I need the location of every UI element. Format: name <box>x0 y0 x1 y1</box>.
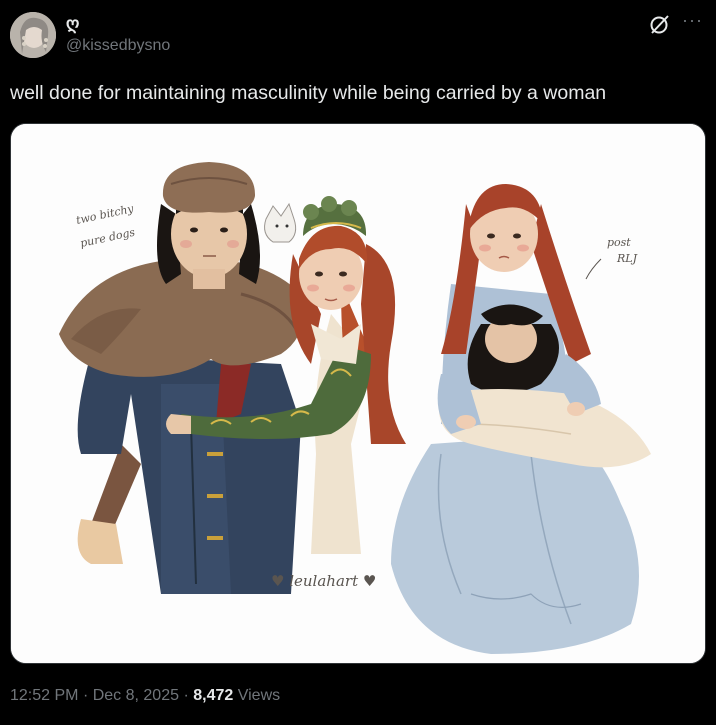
tweet-time[interactable]: 12:52 PM <box>10 687 78 704</box>
tweet-date[interactable]: Dec 8, 2025 <box>93 687 179 704</box>
tweet-text: well done for maintaining masculinity wh… <box>10 82 607 104</box>
views-label: Views <box>237 687 281 704</box>
handle[interactable]: @kissedbysno <box>66 37 170 55</box>
views-count[interactable]: 8,472 <box>193 687 233 704</box>
display-name[interactable]: ღ <box>66 14 79 34</box>
separator: · <box>183 687 189 704</box>
artist-signature: ♥ leulahart ♥ <box>271 572 376 590</box>
note-right-line1: post <box>607 236 631 249</box>
tweet-meta: 12:52 PM · Dec 8, 2025 · 8,472 Views <box>10 687 280 705</box>
avatar-photo-icon <box>10 12 56 58</box>
avatar[interactable] <box>10 12 56 58</box>
note-right-line2: RLJ <box>616 252 638 265</box>
separator: · <box>82 687 89 704</box>
tweet-media[interactable]: two bitchy pure dogs post RLJ ♥ leulahar… <box>10 123 706 664</box>
illustration-image: two bitchy pure dogs post RLJ ♥ leulahar… <box>11 124 705 663</box>
grok-icon[interactable] <box>648 12 672 36</box>
more-icon[interactable]: ··· <box>682 10 703 31</box>
